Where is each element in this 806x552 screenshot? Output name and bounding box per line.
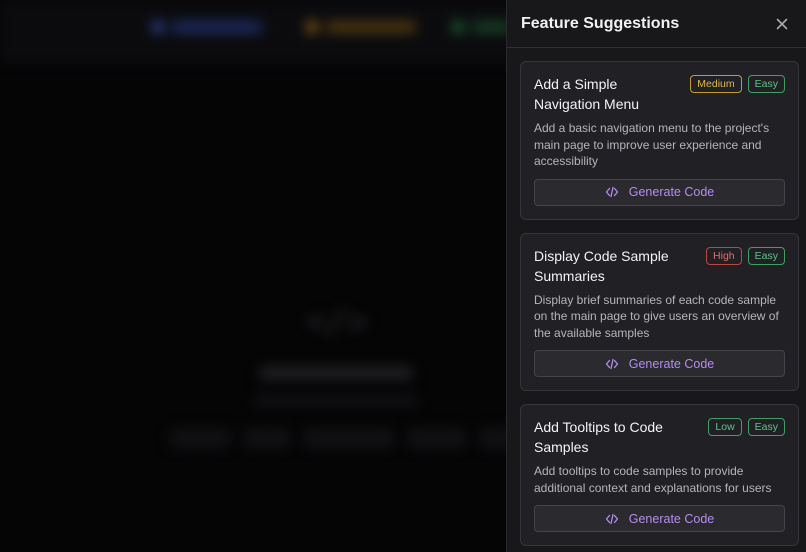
card-title: Add a Simple Navigation Menu bbox=[534, 76, 640, 112]
generate-code-label: Generate Code bbox=[628, 511, 715, 526]
suggestion-list: Add a Simple Navigation Menu Medium Easy… bbox=[520, 61, 799, 552]
priority-badge: Medium bbox=[690, 75, 742, 93]
close-icon bbox=[776, 18, 788, 29]
generate-code-label: Generate Code bbox=[628, 356, 715, 371]
code-icon bbox=[605, 186, 618, 198]
feature-suggestions-panel: Feature Suggestions Add a Simple Navigat… bbox=[506, 0, 806, 552]
difficulty-badge: Easy bbox=[747, 246, 785, 265]
panel-title: Feature Suggestions bbox=[521, 14, 680, 32]
background-tab-icon bbox=[306, 21, 318, 33]
card-description: Add tooltips to code samples to provide … bbox=[534, 464, 772, 495]
card-description: Display brief summaries of each code sam… bbox=[534, 292, 779, 340]
background-tab-icon bbox=[452, 21, 464, 33]
generate-code-button[interactable]: Generate Code bbox=[534, 178, 785, 206]
background-title bbox=[260, 366, 412, 380]
code-icon bbox=[605, 358, 618, 369]
background-chip bbox=[408, 428, 466, 448]
suggestion-card: Add Tooltips to Code Samples Low Easy Ad… bbox=[520, 404, 799, 546]
background-chip bbox=[170, 428, 230, 448]
card-header: Add Tooltips to Code Samples Low Easy bbox=[534, 417, 785, 457]
background-tab-3 bbox=[452, 18, 512, 36]
background-tab-label bbox=[172, 21, 262, 33]
suggestion-card: Display Code Sample Summaries High Easy … bbox=[520, 232, 799, 391]
background-tab-2 bbox=[306, 18, 416, 36]
card-title: Display Code Sample Summaries bbox=[534, 247, 669, 284]
background-tab-label bbox=[326, 21, 416, 33]
card-title: Add Tooltips to Code Samples bbox=[534, 419, 663, 455]
difficulty-badge: Easy bbox=[747, 418, 785, 436]
card-badges: High Easy bbox=[706, 246, 785, 265]
generate-code-button[interactable]: Generate Code bbox=[534, 505, 785, 532]
background-tab-1 bbox=[152, 18, 262, 36]
background-chip bbox=[304, 428, 394, 448]
difficulty-badge: Easy bbox=[747, 75, 785, 93]
suggestion-card: Add a Simple Navigation Menu Medium Easy… bbox=[520, 61, 799, 220]
generate-code-label: Generate Code bbox=[628, 185, 715, 199]
priority-badge: Low bbox=[708, 418, 742, 436]
card-header: Add a Simple Navigation Menu Medium Easy bbox=[534, 74, 785, 114]
priority-badge: High bbox=[706, 246, 742, 265]
card-header: Display Code Sample Summaries High Easy bbox=[534, 246, 785, 286]
close-button[interactable] bbox=[772, 14, 792, 34]
generate-code-button[interactable]: Generate Code bbox=[534, 350, 785, 377]
background-subtitle bbox=[254, 396, 418, 405]
card-badges: Medium Easy bbox=[690, 75, 785, 93]
panel-header: Feature Suggestions bbox=[507, 0, 806, 48]
card-badges: Low Easy bbox=[708, 418, 785, 436]
card-description: Add a basic navigation menu to the proje… bbox=[534, 121, 770, 168]
background-chip bbox=[244, 428, 290, 448]
background-tab-icon bbox=[152, 21, 164, 33]
background-code-icon: </> bbox=[306, 302, 368, 342]
background-chip-row bbox=[170, 428, 520, 448]
code-icon bbox=[605, 513, 618, 524]
